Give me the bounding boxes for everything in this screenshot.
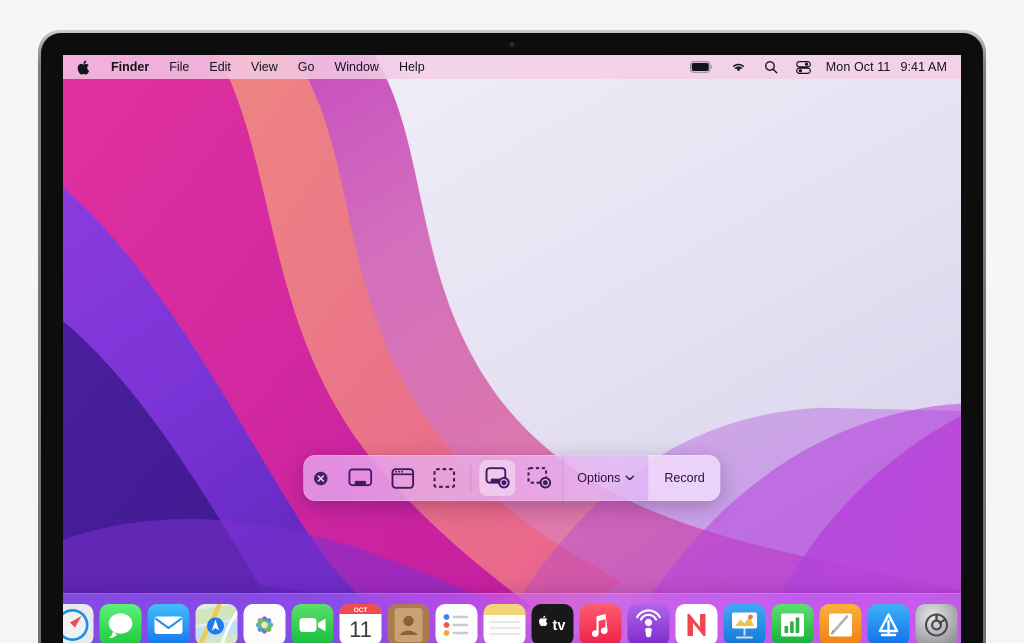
macbook-device: Finder File Edit View Go Window Help (38, 30, 986, 643)
control-center-icon[interactable] (787, 61, 820, 74)
chevron-down-icon (625, 475, 634, 481)
dock-item-maps[interactable] (196, 604, 238, 643)
dock-item-photos[interactable] (244, 604, 286, 643)
apple-logo-icon[interactable] (75, 60, 101, 75)
dock-item-tv[interactable]: tv (532, 604, 574, 643)
capture-buttons-group (337, 455, 467, 501)
dock-item-calendar[interactable]: OCT 11 (340, 604, 382, 643)
search-icon[interactable] (755, 60, 787, 74)
dock-item-notes[interactable] (484, 604, 526, 643)
display-bezel: Finder File Edit View Go Window Help (41, 33, 983, 643)
calendar-day: 11 (349, 617, 372, 642)
menu-item-edit[interactable]: Edit (199, 55, 241, 79)
menu-item-help[interactable]: Help (389, 55, 435, 79)
record-entire-screen-icon (485, 467, 510, 489)
dock-item-facetime[interactable] (292, 604, 334, 643)
battery-icon[interactable] (681, 61, 722, 73)
capture-entire-screen-button[interactable] (342, 460, 378, 496)
screen: Finder File Edit View Go Window Help (63, 55, 961, 643)
record-selected-portion-icon (527, 467, 552, 489)
dock-item-numbers[interactable] (772, 604, 814, 643)
menu-bar-status: Mon Oct 11 9:41 AM (681, 60, 951, 74)
options-label: Options (577, 471, 620, 485)
desktop-wallpaper (63, 55, 961, 643)
calendar-month: OCT (354, 607, 368, 614)
dock-item-podcasts[interactable] (628, 604, 670, 643)
menu-item-view[interactable]: View (241, 55, 288, 79)
dock-item-reminders[interactable] (436, 604, 478, 643)
selected-window-icon (391, 468, 414, 489)
record-label: Record (664, 471, 704, 485)
menu-bar-left: Finder File Edit View Go Window Help (75, 55, 435, 79)
selected-portion-icon (433, 468, 455, 488)
dock-item-safari[interactable] (63, 604, 94, 643)
camera-dot (510, 42, 515, 47)
close-icon (313, 471, 328, 486)
menu-item-window[interactable]: Window (324, 55, 388, 79)
dock-item-music[interactable] (580, 604, 622, 643)
dock-item-contacts[interactable] (388, 604, 430, 643)
record-entire-screen-button[interactable] (479, 460, 515, 496)
record-buttons-group (474, 455, 562, 501)
menu-item-file[interactable]: File (159, 55, 199, 79)
capture-selected-window-button[interactable] (384, 460, 420, 496)
dock: OCT 11 (63, 593, 961, 643)
dock-item-system-preferences[interactable] (916, 604, 958, 643)
dock-item-messages[interactable] (100, 604, 142, 643)
entire-screen-icon (348, 468, 372, 489)
screenshot-toolbar: Options Record (303, 455, 720, 501)
close-button[interactable] (303, 455, 337, 501)
svg-text:tv: tv (553, 618, 566, 634)
dock-item-app-store[interactable] (868, 604, 910, 643)
menu-item-finder[interactable]: Finder (101, 55, 159, 79)
wifi-icon[interactable] (722, 61, 755, 73)
record-button[interactable]: Record (648, 455, 720, 501)
dock-item-news[interactable] (676, 604, 718, 643)
toolbar-divider (470, 465, 471, 491)
record-selected-portion-button[interactable] (521, 460, 557, 496)
menu-item-go[interactable]: Go (288, 55, 325, 79)
dock-item-keynote[interactable] (724, 604, 766, 643)
menu-bar-date[interactable]: Mon Oct 11 (820, 60, 895, 74)
dock-item-pages[interactable] (820, 604, 862, 643)
options-button[interactable]: Options (562, 455, 648, 501)
menu-bar-time[interactable]: 9:41 AM (894, 60, 951, 74)
dock-item-mail[interactable] (148, 604, 190, 643)
menu-bar: Finder File Edit View Go Window Help (63, 55, 961, 79)
capture-selected-portion-button[interactable] (426, 460, 462, 496)
